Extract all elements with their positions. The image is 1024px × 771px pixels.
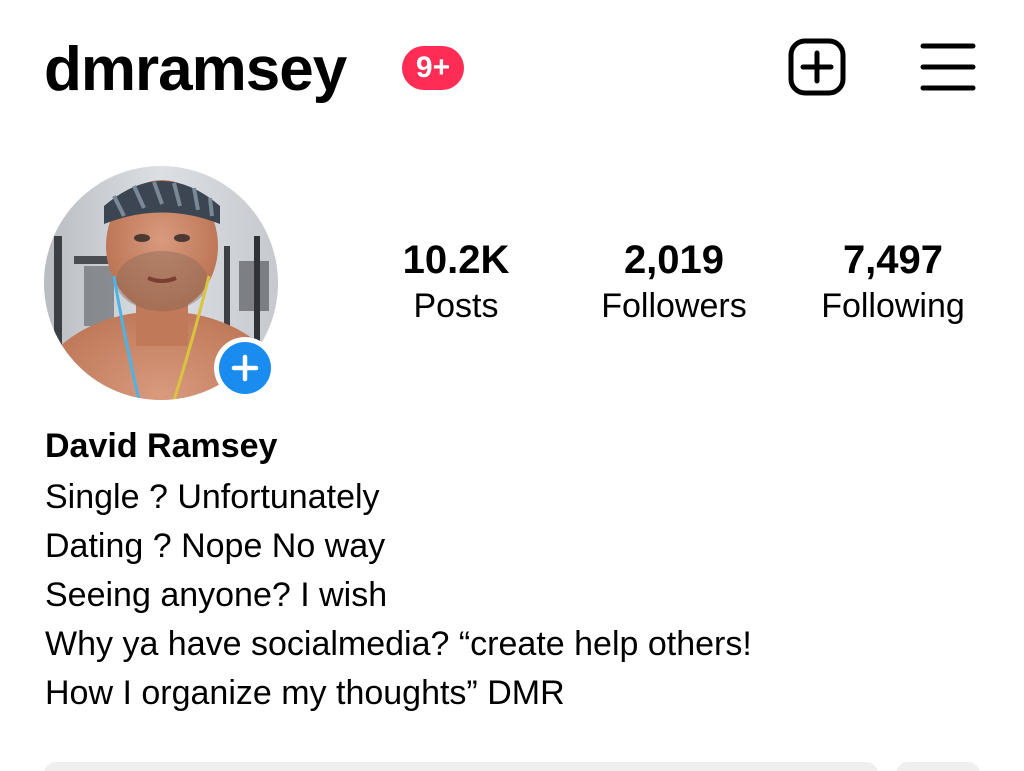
discover-people-button[interactable] (896, 762, 980, 771)
bio-line: Seeing anyone? I wish (45, 576, 388, 614)
followers-stat[interactable]: 2,019 Followers (580, 236, 768, 328)
following-count: 7,497 (842, 238, 944, 282)
add-story-button[interactable] (214, 337, 276, 399)
bio-line: Single ? Unfortunately (45, 478, 380, 516)
posts-count: 10.2K (402, 238, 510, 282)
profile-username[interactable]: dmramsey (44, 30, 347, 110)
hamburger-menu-icon (920, 43, 976, 91)
plus-square-icon (788, 38, 846, 96)
edit-profile-button[interactable] (44, 762, 878, 771)
display-name: David Ramsey (45, 427, 278, 465)
posts-label: Posts (413, 287, 499, 325)
notification-badge[interactable]: 9+ (402, 46, 464, 90)
following-label: Following (821, 287, 965, 325)
new-post-button[interactable] (788, 38, 846, 96)
plus-icon (231, 354, 259, 382)
bio-line: Dating ? Nope No way (45, 527, 386, 565)
profile-page: dmramsey 9+ 10.2K Posts 2,019 Followers … (0, 0, 1024, 771)
following-stat[interactable]: 7,497 Following (800, 236, 986, 328)
posts-stat[interactable]: 10.2K Posts (388, 236, 524, 328)
bio-line: Why ya have socialmedia? “create help ot… (45, 625, 752, 663)
bio-text: Single ? Unfortunately Dating ? Nope No … (45, 473, 1005, 718)
bio-line: How I organize my thoughts” DMR (45, 674, 565, 712)
followers-label: Followers (601, 287, 747, 325)
menu-button[interactable] (920, 40, 976, 94)
profile-bio: David Ramsey Single ? Unfortunately Dati… (45, 424, 1005, 718)
followers-count: 2,019 (623, 238, 725, 282)
